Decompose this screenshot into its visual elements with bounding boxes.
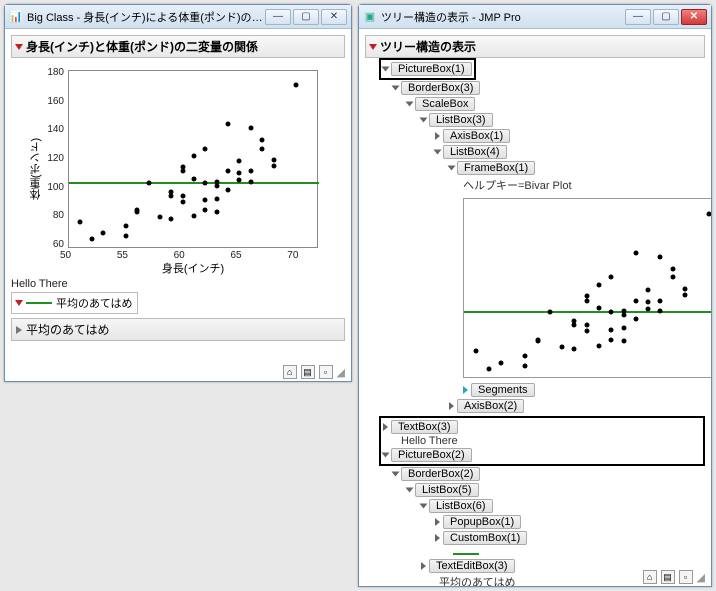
legend-line-icon	[26, 302, 52, 304]
tree-toggle-icon[interactable]	[463, 386, 468, 394]
scatter-plot[interactable]: 体重(ポンド) 身長(インチ) 608010012014016018050556…	[28, 64, 328, 274]
tree-node-picturebox1[interactable]: PictureBox(1)	[391, 62, 472, 76]
tree-node-framebox1[interactable]: FrameBox(1)	[457, 161, 535, 175]
tree-toggle-icon[interactable]	[435, 132, 440, 140]
tree-toggle-icon[interactable]	[392, 472, 400, 477]
tree-node-segments[interactable]: Segments	[471, 383, 535, 397]
tree-node-borderbox3[interactable]: BorderBox(3)	[401, 81, 480, 95]
plot-area[interactable]	[68, 70, 318, 248]
textbox3-value: Hello There	[383, 435, 701, 447]
x-axis-label: 身長(インチ)	[68, 260, 318, 276]
footer-toolbar-left: ⌂ ▤ ▫ ◢	[283, 365, 345, 379]
legend-box[interactable]: 平均のあてはめ	[11, 292, 138, 314]
tree-node-borderbox2[interactable]: BorderBox(2)	[401, 467, 480, 481]
minimize-button[interactable]: —	[265, 9, 291, 25]
tree-node-texteditbox3[interactable]: TextEditBox(3)	[429, 559, 515, 573]
tree-toggle-icon[interactable]	[435, 534, 440, 542]
section-header-bivariate[interactable]: 身長(インチ)と体重(ポンド)の二変量の関係	[11, 35, 345, 58]
tree-toggle-icon[interactable]	[420, 118, 428, 123]
titlebar-left[interactable]: 📊 Big Class - 身長(インチ)による体重(ポンド)のニ… — ▢ ✕	[5, 5, 351, 29]
home-icon[interactable]: ⌂	[283, 365, 297, 379]
section-header-tree[interactable]: ツリー構造の表示	[365, 35, 705, 58]
section-title: ツリー構造の表示	[380, 38, 476, 55]
book-icon[interactable]: ▤	[301, 365, 315, 379]
book-icon[interactable]: ▤	[661, 570, 675, 584]
tree-toggle-icon[interactable]	[382, 67, 390, 72]
line-sample-icon	[453, 553, 479, 555]
tree-toggle-icon[interactable]	[383, 423, 388, 431]
app-icon: 📊	[9, 10, 23, 24]
tree-toggle-icon[interactable]	[420, 504, 428, 509]
window-bivariate: 📊 Big Class - 身長(インチ)による体重(ポンド)のニ… — ▢ ✕…	[4, 4, 352, 382]
tree-node-picturebox2[interactable]: PictureBox(2)	[391, 448, 472, 462]
tree-node-axisbox1[interactable]: AxisBox(1)	[443, 129, 510, 143]
tree-node-popupbox1[interactable]: PopupBox(1)	[443, 515, 521, 529]
help-key-text: ヘルプキー=Bivar Plot	[463, 176, 705, 194]
disclosure-icon[interactable]	[15, 44, 23, 50]
minimize-button[interactable]: —	[625, 9, 651, 25]
tree-node-custombox1[interactable]: CustomBox(1)	[443, 531, 527, 545]
tree-toggle-icon[interactable]	[421, 562, 426, 570]
titlebar-right[interactable]: ▣ ツリー構造の表示 - JMP Pro — ▢ ✕	[359, 5, 711, 29]
tree-node-listbox5[interactable]: ListBox(5)	[415, 483, 479, 497]
disclosure-closed-icon[interactable]	[16, 326, 22, 334]
close-button[interactable]: ✕	[321, 9, 347, 25]
resize-grip-icon[interactable]: ◢	[337, 366, 345, 379]
tree-toggle-icon[interactable]	[448, 166, 456, 171]
display-tree: PictureBox(1) BorderBox(3) ScaleBox List…	[365, 58, 705, 586]
window-title: Big Class - 身長(インチ)による体重(ポンド)のニ…	[27, 9, 265, 25]
highlighted-node-1: PictureBox(1)	[379, 58, 476, 80]
tree-node-textbox3[interactable]: TextBox(3)	[391, 420, 458, 434]
tree-node-axisbox2[interactable]: AxisBox(2)	[457, 399, 524, 413]
highlighted-node-2: TextBox(3) Hello There PictureBox(2)	[379, 416, 705, 466]
tree-node-listbox3[interactable]: ListBox(3)	[429, 113, 493, 127]
maximize-button[interactable]: ▢	[653, 9, 679, 25]
tree-toggle-icon[interactable]	[406, 488, 414, 493]
tree-node-scalebox[interactable]: ScaleBox	[415, 97, 475, 111]
home-icon[interactable]: ⌂	[643, 570, 657, 584]
tree-node-listbox6[interactable]: ListBox(6)	[429, 499, 493, 513]
section-title: 身長(インチ)と体重(ポンド)の二変量の関係	[26, 38, 258, 55]
window-tree: ▣ ツリー構造の表示 - JMP Pro — ▢ ✕ ツリー構造の表示 Pict…	[358, 4, 712, 587]
tree-node-listbox4[interactable]: ListBox(4)	[443, 145, 507, 159]
tree-toggle-icon[interactable]	[449, 402, 454, 410]
tree-toggle-icon[interactable]	[406, 102, 414, 107]
hello-text: Hello There	[11, 278, 345, 290]
help-icon[interactable]: ▫	[319, 365, 333, 379]
plot-thumbnail[interactable]	[463, 198, 711, 378]
window-body-right: ツリー構造の表示 PictureBox(1) BorderBox(3) Scal…	[359, 29, 711, 586]
app-icon: ▣	[363, 10, 377, 24]
maximize-button[interactable]: ▢	[293, 9, 319, 25]
legend-label: 平均のあてはめ	[56, 295, 133, 311]
resize-grip-icon[interactable]: ◢	[697, 571, 705, 584]
tree-toggle-icon[interactable]	[392, 86, 400, 91]
fit-mean-section[interactable]: 平均のあてはめ	[11, 318, 345, 341]
close-button[interactable]: ✕	[681, 9, 707, 25]
fit-mean-label: 平均のあてはめ	[26, 321, 110, 338]
tree-toggle-icon[interactable]	[435, 518, 440, 526]
window-body-left: 身長(インチ)と体重(ポンド)の二変量の関係 体重(ポンド) 身長(インチ) 6…	[5, 29, 351, 381]
help-icon[interactable]: ▫	[679, 570, 693, 584]
legend-disclosure-icon[interactable]	[15, 300, 23, 306]
tree-toggle-icon[interactable]	[382, 453, 390, 458]
tree-toggle-icon[interactable]	[434, 150, 442, 155]
footer-toolbar-right: ⌂ ▤ ▫ ◢	[643, 570, 705, 584]
window-title: ツリー構造の表示 - JMP Pro	[381, 9, 625, 25]
y-axis-label: 体重(ポンド)	[28, 138, 44, 200]
disclosure-icon[interactable]	[369, 44, 377, 50]
